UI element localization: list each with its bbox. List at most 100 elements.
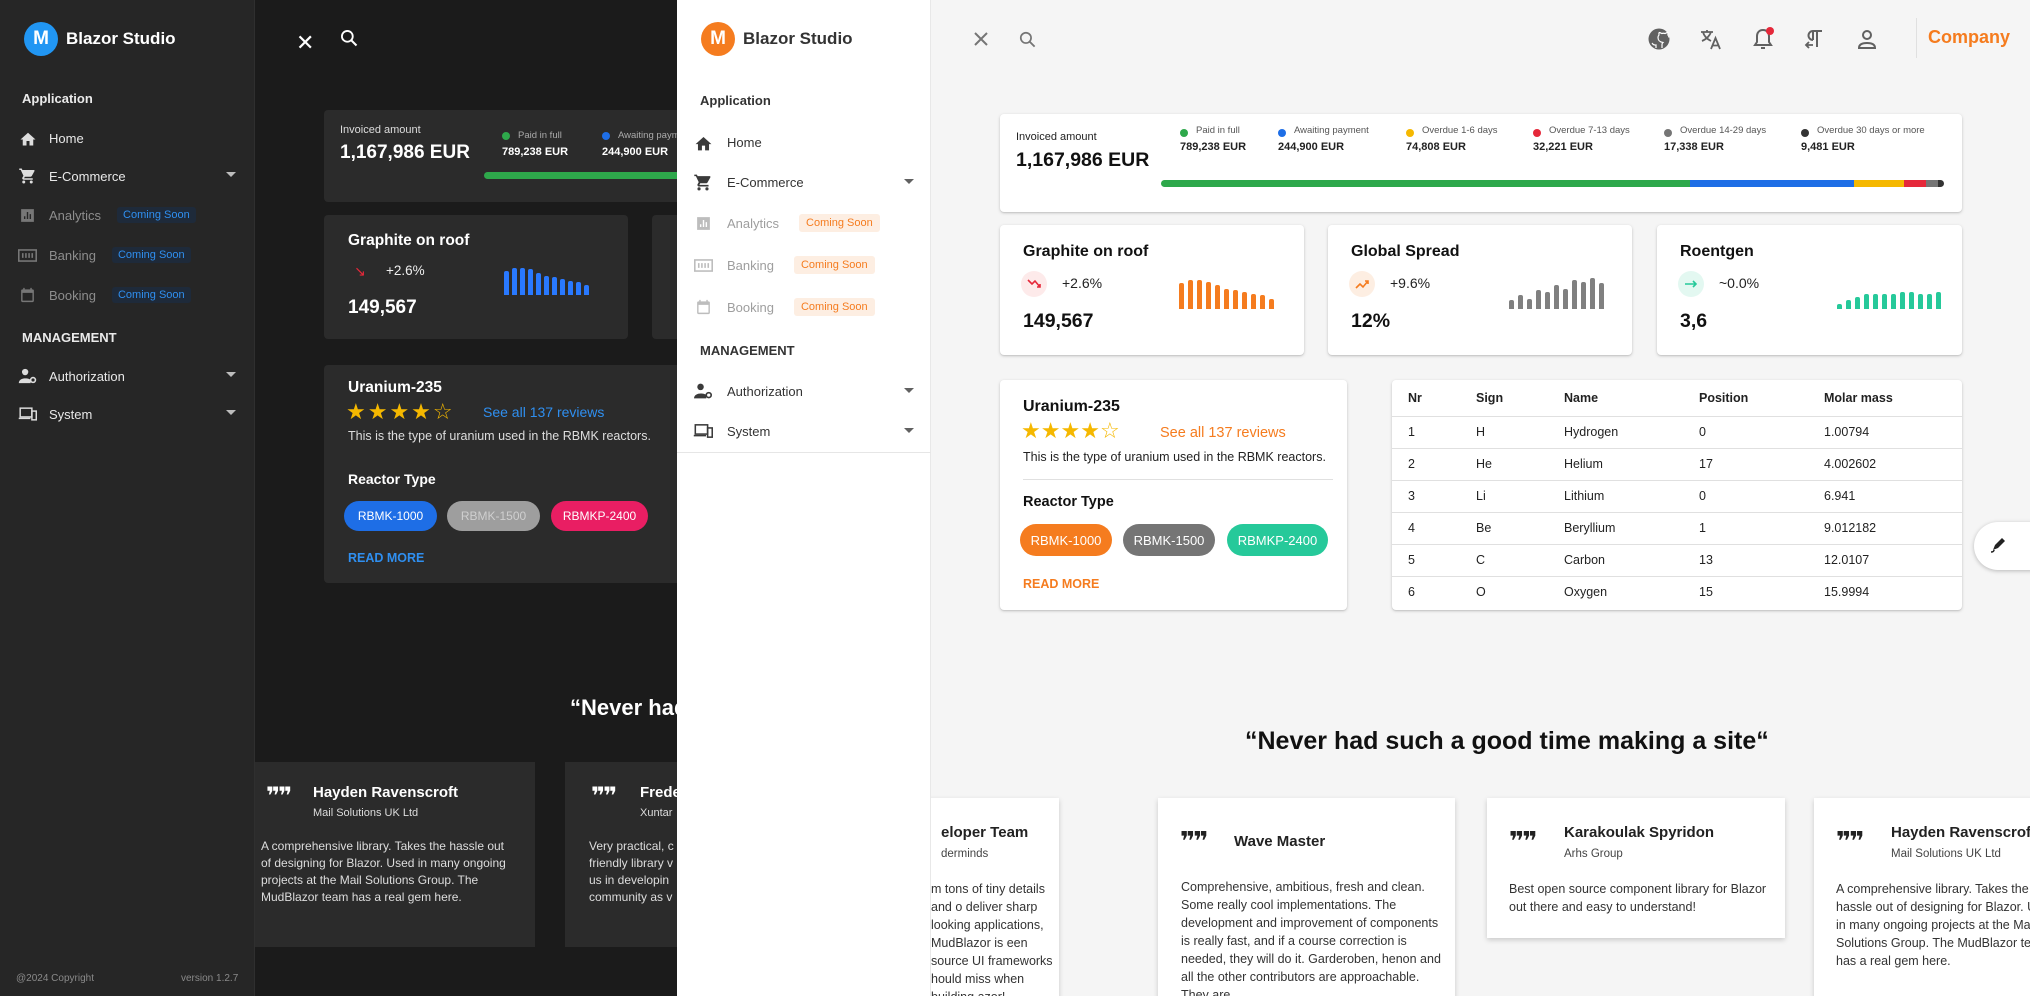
dark-nav-banking[interactable]: Banking Coming Soon <box>18 241 240 269</box>
table-cell: Beryllium <box>1548 512 1683 545</box>
sidebar-item-authorization[interactable]: Authorization <box>693 376 918 406</box>
table-cell: 5 <box>1392 544 1460 577</box>
sparkline-bar <box>1518 295 1523 309</box>
column-header[interactable]: Name <box>1548 380 1683 417</box>
text-direction-icon[interactable] <box>1803 27 1827 51</box>
sidebar-item-label: Banking <box>727 257 774 273</box>
sparkline-bar <box>1197 280 1202 309</box>
testimonial-name: Wave Master <box>1234 833 1326 850</box>
dark-rating-stars[interactable]: ★★★★☆ <box>346 399 455 425</box>
invoice-bar-segment <box>1690 180 1855 187</box>
table-row[interactable]: 2 He Helium 17 4.002602 <box>1392 448 1962 481</box>
sidebar-item-home[interactable]: Home <box>693 127 918 157</box>
stat-value: 149,567 <box>1023 310 1094 332</box>
column-header[interactable]: Nr <box>1392 380 1460 417</box>
testimonial-company: Mail Solutions UK Ltd <box>1891 848 2001 860</box>
home-icon <box>693 132 713 152</box>
sparkline-bar <box>568 281 573 295</box>
sparkline-bar <box>1179 283 1184 309</box>
sidebar-item-label: E-Commerce <box>727 174 804 190</box>
dark-brand[interactable]: M Blazor Studio <box>24 22 176 56</box>
dark-nav-system[interactable]: System <box>18 400 240 428</box>
sidebar-item-system[interactable]: System <box>693 416 918 446</box>
table-row[interactable]: 4 Be Beryllium 1 9.012182 <box>1392 512 1962 545</box>
star-outline-icon[interactable]: ☆ <box>1100 418 1120 443</box>
dark-testimonial-name: Frede <box>640 784 677 801</box>
brand[interactable]: M Blazor Studio <box>701 22 853 56</box>
sparkline-bar <box>544 276 549 295</box>
product-title: Uranium-235 <box>1023 398 1120 415</box>
stat-card-graphite: Graphite on roof +2.6% 149,567 <box>1000 225 1304 355</box>
sidebar-item-label: Analytics <box>727 215 780 231</box>
coming-soon-badge: Coming Soon <box>793 256 875 274</box>
table-cell: 1.00794 <box>1808 416 1962 449</box>
translate-icon[interactable] <box>1699 27 1723 51</box>
dark-nav-booking[interactable]: Booking Coming Soon <box>18 281 240 309</box>
reactor-chip[interactable]: RBMK-1000 <box>1020 524 1112 556</box>
dark-invoice-card: Invoiced amount 1,167,986 EUR Paid in fu… <box>324 110 677 202</box>
table-row[interactable]: 1 H Hydrogen 0 1.00794 <box>1392 416 1962 449</box>
dark-search-icon[interactable] <box>339 28 359 53</box>
theme-editor-button[interactable] <box>1974 522 2030 570</box>
legend-dot <box>1180 129 1188 137</box>
testimonial-name: eloper Team <box>941 824 1029 841</box>
dark-nav-home[interactable]: Home <box>18 124 240 152</box>
dark-nav-analytics[interactable]: Analytics Coming Soon <box>18 201 240 229</box>
sidebar-item-banking[interactable]: Banking Coming Soon <box>693 250 918 280</box>
dark-close-icon[interactable]: ✕ <box>296 30 314 56</box>
table-cell: 15.9994 <box>1824 585 1870 600</box>
dark-chip[interactable]: RBMK-1000 <box>344 501 437 531</box>
dark-chip[interactable]: RBMKP-2400 <box>551 501 648 531</box>
dark-quote: “Never had <box>570 695 677 720</box>
dark-nav-authorization[interactable]: Authorization <box>18 362 240 390</box>
dark-chip[interactable]: RBMK-1500 <box>447 501 540 531</box>
table-cell: Be <box>1460 512 1548 545</box>
sidebar-item-booking[interactable]: Booking Coming Soon <box>693 292 918 322</box>
search-icon[interactable] <box>1015 27 1039 51</box>
star-filled-icon[interactable]: ★ <box>1080 418 1100 443</box>
table-cell: Carbon <box>1548 544 1683 577</box>
column-header[interactable]: Position <box>1683 380 1808 417</box>
dark-reviews-link[interactable]: See all 137 reviews <box>483 404 604 420</box>
dark-stat-value: 149,567 <box>348 297 417 318</box>
table-cell: Hydrogen <box>1548 416 1683 449</box>
company-link[interactable]: Company <box>1928 27 2010 48</box>
stat-change: +2.6% <box>1062 275 1103 291</box>
star-filled-icon[interactable]: ★ <box>1041 418 1061 443</box>
legend-dot <box>1801 129 1809 137</box>
chevron-down-icon <box>904 388 914 393</box>
table-row[interactable]: 6 O Oxygen 15 15.9994 <box>1392 576 1962 608</box>
reactor-chip[interactable]: RBMK-1500 <box>1123 524 1215 556</box>
sparkline-bar <box>1846 300 1851 309</box>
sidebar-item-label: Booking <box>727 299 774 315</box>
table-row[interactable]: 5 C Carbon 13 12.0107 <box>1392 544 1962 577</box>
testimonial-card: ❞❞ Wave Master Comprehensive, ambitious,… <box>1158 798 1455 996</box>
sparkline-bar <box>1545 292 1550 309</box>
close-icon[interactable] <box>969 27 993 51</box>
elements-table-card: Nr Sign Name Position Molar mass 1 H Hydro… <box>1392 380 1962 610</box>
legend-dot <box>1406 129 1414 137</box>
reactor-chip[interactable]: RBMKP-2400 <box>1227 524 1328 556</box>
rating-stars[interactable]: ★★★★☆ <box>1021 420 1120 443</box>
sparkline-bar <box>1260 295 1265 309</box>
notifications-icon[interactable] <box>1751 27 1775 51</box>
github-icon[interactable] <box>1647 27 1671 51</box>
read-more-link[interactable]: READ MORE <box>1023 577 1099 591</box>
testimonials-heading: “Never had such a good time making a sit… <box>1245 727 1769 755</box>
banking-icon <box>18 246 37 265</box>
star-filled-icon[interactable]: ★ <box>1021 418 1041 443</box>
reviews-link[interactable]: See all 137 reviews <box>1160 425 1286 441</box>
table-cell: Helium <box>1548 448 1683 481</box>
dark-read-more[interactable]: READ MORE <box>348 551 424 565</box>
sparkline-bar <box>1251 294 1256 309</box>
column-header[interactable]: Sign <box>1460 380 1548 417</box>
sidebar-item-ecommerce[interactable]: E-Commerce <box>693 167 918 197</box>
legend-label: Overdue 7-13 days <box>1549 125 1630 136</box>
dark-nav-ecommerce[interactable]: E-Commerce <box>18 162 240 190</box>
brand-logo-icon: M <box>24 22 58 56</box>
sidebar-item-analytics[interactable]: Analytics Coming Soon <box>693 208 918 238</box>
account-icon[interactable] <box>1855 27 1879 51</box>
column-header[interactable]: Molar mass <box>1808 380 1962 417</box>
table-row[interactable]: 3 Li Lithium 0 6.941 <box>1392 480 1962 513</box>
star-filled-icon[interactable]: ★ <box>1060 418 1080 443</box>
